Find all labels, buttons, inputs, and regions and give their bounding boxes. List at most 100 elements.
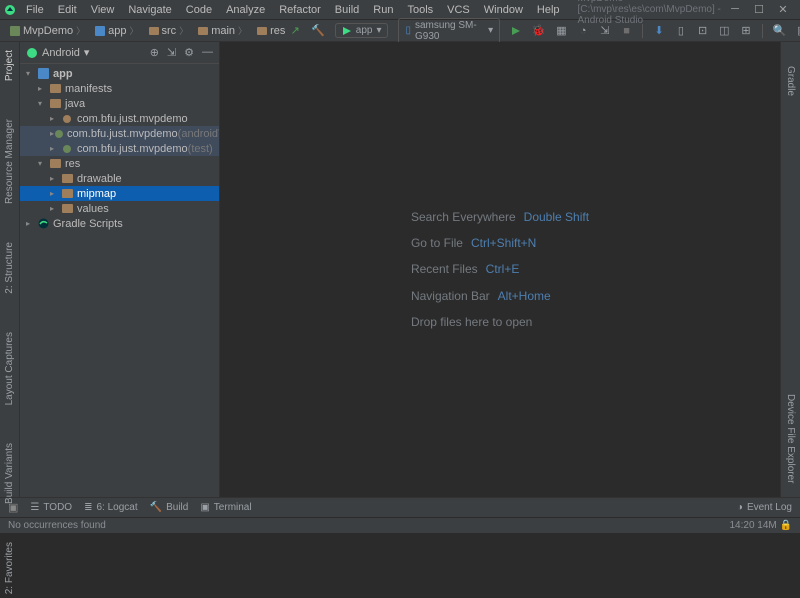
folder-icon	[60, 189, 74, 198]
sync-icon[interactable]: ↗	[289, 24, 301, 38]
tab-build[interactable]: 🔨Build	[150, 502, 189, 513]
project-tree[interactable]: ▾app ▸manifests ▾java ▸com.bfu.just.mvpd…	[20, 64, 219, 497]
main-area: Project Resource Manager 2: Structure La…	[0, 42, 800, 497]
left-tab-layout-captures[interactable]: Layout Captures	[4, 328, 15, 409]
app-logo-icon	[4, 3, 16, 17]
project-tool-window: Android ▾ ⊕ ⇲ ⚙ — ▾app ▸manifests ▾java …	[20, 42, 220, 497]
status-position[interactable]: 14:20 14M	[730, 520, 777, 531]
left-tab-favorites[interactable]: 2: Favorites	[4, 538, 15, 598]
maximize-button[interactable]: ☐	[752, 3, 766, 16]
hammer-icon[interactable]: 🔨	[311, 24, 325, 38]
right-tool-strip: Gradle Device File Explorer	[780, 42, 800, 497]
select-opened-file-icon[interactable]: ⊕	[150, 46, 159, 59]
breadcrumb-main[interactable]: main〉	[194, 23, 251, 38]
menu-view[interactable]: View	[85, 2, 121, 18]
debug-icon[interactable]: 🐞	[532, 24, 546, 38]
menu-edit[interactable]: Edit	[52, 2, 83, 18]
logcat-icon: ≣	[84, 502, 92, 513]
menu-file[interactable]: File	[20, 2, 50, 18]
breadcrumb-project[interactable]: MvpDemo〉	[6, 23, 89, 38]
navbar: MvpDemo〉 app〉 src〉 main〉 res ↗ 🔨 app▾ ▯s…	[0, 20, 800, 42]
right-tab-device-file-explorer[interactable]: Device File Explorer	[785, 390, 796, 487]
tree-node-app[interactable]: ▾app	[20, 66, 219, 81]
collapse-all-icon[interactable]: ⇲	[167, 46, 176, 59]
hint-goto-file: Go to File	[411, 230, 463, 256]
device-selector[interactable]: ▯samsung SM-G930▾	[398, 18, 500, 44]
attach-icon[interactable]: ⇲	[599, 24, 611, 38]
android-icon	[26, 47, 38, 59]
menu-help[interactable]: Help	[531, 2, 566, 18]
run-toolbar: ↗ 🔨 app▾ ▯samsung SM-G930▾ 🐞 ▦ ◔ ⇲ ■ ⬇ ▯…	[289, 18, 800, 44]
menu-build[interactable]: Build	[329, 2, 365, 18]
resource-manager-icon[interactable]: ⊞	[740, 24, 752, 38]
layout-inspector-icon[interactable]: ◫	[718, 24, 730, 38]
window-controls: ─ ☐ ✕	[728, 3, 796, 16]
lock-icon[interactable]: 🔒	[780, 520, 792, 531]
hint-navigation-bar: Navigation Bar	[411, 283, 490, 309]
close-button[interactable]: ✕	[776, 3, 790, 16]
minimize-button[interactable]: ─	[728, 3, 742, 16]
package-icon	[60, 114, 74, 124]
bottom-tool-tabs: ▣ ☰TODO ≣6: Logcat 🔨Build ▣Terminal ◑Eve…	[0, 497, 800, 517]
tab-todo[interactable]: ☰TODO	[30, 502, 72, 513]
hint-shortcut: Alt+Home	[498, 283, 551, 309]
settings-icon[interactable]: ▣	[796, 24, 800, 38]
editor-area[interactable]: Search Everywhere Double Shift Go to Fil…	[220, 42, 780, 497]
profile-icon[interactable]: ◔	[577, 24, 589, 38]
right-tab-gradle[interactable]: Gradle	[785, 62, 796, 100]
hint-recent-files: Recent Files	[411, 256, 478, 282]
breadcrumb-app[interactable]: app〉	[91, 23, 142, 38]
folder-icon	[60, 174, 74, 183]
tree-node-manifests[interactable]: ▸manifests	[20, 81, 219, 96]
left-tab-build-variants[interactable]: Build Variants	[4, 439, 15, 508]
gradle-icon	[36, 218, 50, 229]
tree-node-res[interactable]: ▾res	[20, 156, 219, 171]
hint-drop-files: Drop files here to open	[411, 309, 532, 335]
left-tab-project[interactable]: Project	[4, 46, 15, 85]
tree-node-java[interactable]: ▾java	[20, 96, 219, 111]
breadcrumb: MvpDemo〉 app〉 src〉 main〉 res	[6, 23, 289, 38]
menu-window[interactable]: Window	[478, 2, 529, 18]
stop-icon[interactable]: ■	[621, 24, 633, 38]
folder-icon	[48, 159, 62, 168]
menu-analyze[interactable]: Analyze	[220, 2, 271, 18]
menu-code[interactable]: Code	[180, 2, 218, 18]
menu-run[interactable]: Run	[367, 2, 399, 18]
gear-icon[interactable]: ⚙	[184, 46, 194, 59]
tree-node-package[interactable]: ▸com.bfu.just.mvpdemo	[20, 111, 219, 126]
hint-shortcut: Ctrl+E	[486, 256, 520, 282]
tab-terminal[interactable]: ▣Terminal	[200, 502, 251, 513]
menu-tools[interactable]: Tools	[401, 2, 439, 18]
tab-event-log[interactable]: ◑Event Log	[737, 502, 792, 513]
coverage-icon[interactable]: ▦	[556, 24, 568, 38]
left-tab-resource-manager[interactable]: Resource Manager	[4, 115, 15, 208]
tree-node-mipmap[interactable]: ▸mipmap	[20, 186, 219, 201]
folder-icon	[48, 99, 62, 108]
todo-icon: ☰	[30, 502, 39, 513]
breadcrumb-src[interactable]: src〉	[145, 23, 193, 38]
tree-node-drawable[interactable]: ▸drawable	[20, 171, 219, 186]
menu-navigate[interactable]: Navigate	[122, 2, 177, 18]
tree-node-values[interactable]: ▸values	[20, 201, 219, 216]
left-tool-strip: Project Resource Manager 2: Structure La…	[0, 42, 20, 497]
hide-icon[interactable]: —	[202, 46, 213, 59]
editor-hints: Search Everywhere Double Shift Go to Fil…	[411, 204, 589, 336]
menu-refactor[interactable]: Refactor	[273, 2, 327, 18]
run-config-selector[interactable]: app▾	[335, 23, 389, 38]
tree-node-package-androidtest[interactable]: ▸com.bfu.just.mvpdemo (androidTest)	[20, 126, 219, 141]
tree-node-gradle-scripts[interactable]: ▸Gradle Scripts	[20, 216, 219, 231]
tree-node-package-test[interactable]: ▸com.bfu.just.mvpdemo (test)	[20, 141, 219, 156]
avd-icon[interactable]: ▯	[675, 24, 687, 38]
left-tab-structure[interactable]: 2: Structure	[4, 238, 15, 298]
sdk-icon[interactable]: ⊡	[697, 24, 709, 38]
run-icon[interactable]	[510, 24, 522, 38]
git-update-icon[interactable]: ⬇	[653, 24, 665, 38]
breadcrumb-res[interactable]: res	[253, 24, 289, 38]
main-menu: File Edit View Navigate Code Analyze Ref…	[20, 2, 566, 18]
folder-icon	[60, 204, 74, 213]
menu-vcs[interactable]: VCS	[441, 2, 476, 18]
search-icon[interactable]: 🔍	[773, 24, 787, 38]
project-view-selector[interactable]: Android ▾	[26, 46, 89, 59]
folder-icon	[48, 84, 62, 93]
tab-logcat[interactable]: ≣6: Logcat	[84, 502, 138, 513]
